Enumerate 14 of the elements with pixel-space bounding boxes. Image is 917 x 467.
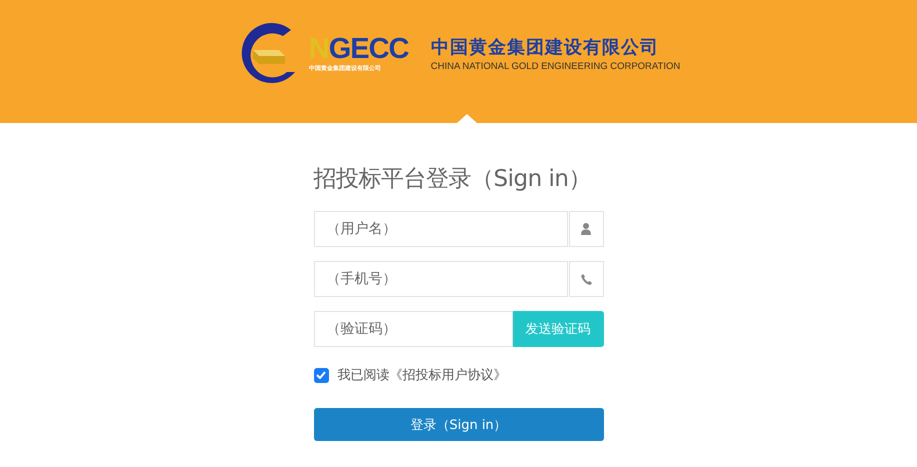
send-code-button[interactable]: 发送验证码 xyxy=(512,311,604,347)
logo-wordmark: NGECC xyxy=(308,34,410,64)
company-name-english: CHINA NATIONAL GOLD ENGINEERING CORPORATION xyxy=(430,60,680,72)
phone-icon xyxy=(580,274,592,284)
company-name: 中国黄金集团建设有限公司 xyxy=(430,36,660,58)
checkbox[interactable] xyxy=(314,368,328,382)
input-field[interactable]: （验证码） xyxy=(314,311,512,347)
login-title: 招投标平台登录（Sign in） xyxy=(314,165,592,194)
input-field[interactable]: （用户名） xyxy=(314,211,568,247)
sign-in-button[interactable]: 登录（Sign in） xyxy=(314,408,604,441)
user-icon xyxy=(581,223,591,235)
pointer-notch xyxy=(457,114,477,123)
input-field[interactable]: （手机号） xyxy=(314,261,568,297)
agreement-label: 我已阅读《招投标用户协议》 xyxy=(338,367,506,384)
